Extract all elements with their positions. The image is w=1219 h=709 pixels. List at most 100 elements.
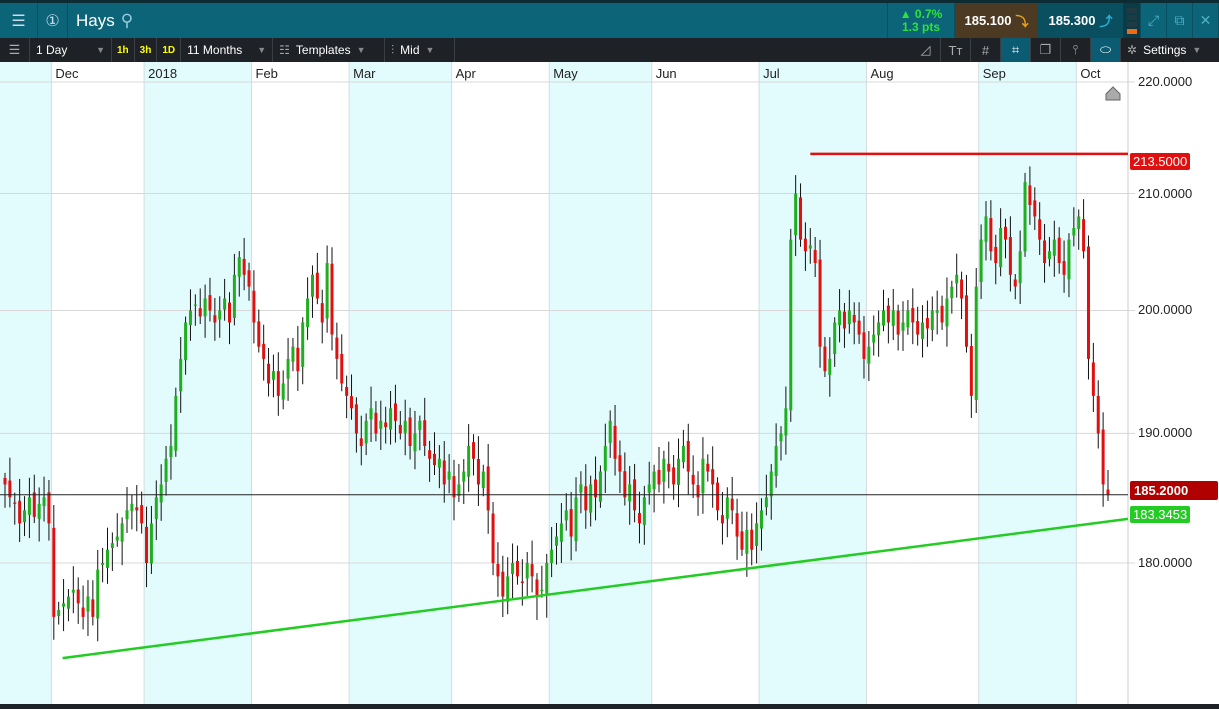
candle-body xyxy=(794,193,798,236)
candle-body xyxy=(42,497,46,507)
candle-body xyxy=(223,298,227,310)
candle-body xyxy=(301,322,305,367)
candle-body xyxy=(393,403,397,421)
candle-body xyxy=(501,571,505,597)
candle-body xyxy=(457,484,461,496)
candle-body xyxy=(511,563,515,575)
popout-icon[interactable]: ⧉ xyxy=(1167,3,1193,38)
candle-body xyxy=(520,581,524,584)
search-icon[interactable]: ⚲ xyxy=(121,11,133,31)
candle-body xyxy=(354,404,358,434)
candle-body xyxy=(491,513,495,564)
candle-body xyxy=(389,408,393,430)
candle-body xyxy=(555,536,558,546)
candle-body xyxy=(881,310,885,326)
candle-body xyxy=(398,424,402,434)
candle-body xyxy=(1091,362,1095,396)
candle-body xyxy=(1052,239,1056,256)
candle-body xyxy=(1013,279,1017,287)
candle-body xyxy=(784,408,788,436)
month-label: 2018 xyxy=(148,66,178,81)
interval-select[interactable]: 1 Day ▼ xyxy=(30,38,112,62)
crosshair-icon[interactable]: ⌗ xyxy=(1001,38,1031,62)
candle-body xyxy=(237,257,241,277)
candle-body xyxy=(540,589,544,592)
price-type-select[interactable]: ⫶ Mid ▼ xyxy=(385,38,456,62)
chevron-down-icon: ▼ xyxy=(425,45,435,55)
candle-body xyxy=(823,346,827,372)
candle-body xyxy=(701,458,705,494)
quick-1h[interactable]: 1h xyxy=(112,38,135,62)
candle-body xyxy=(418,420,422,431)
candle-body xyxy=(1072,227,1076,236)
candle-body xyxy=(359,438,363,447)
draw-line-icon[interactable]: ◿ xyxy=(911,38,941,62)
buy-price: 185.300 xyxy=(1048,13,1096,28)
candle-body xyxy=(47,492,51,524)
panel-number-icon[interactable]: ① xyxy=(38,3,68,38)
settings-label: Settings xyxy=(1143,43,1187,57)
candle-body xyxy=(872,334,876,343)
candle-body xyxy=(374,412,378,434)
candle-body xyxy=(740,531,744,550)
candle-body xyxy=(623,471,627,498)
label-icon[interactable]: ⬭ xyxy=(1091,38,1121,62)
expand-icon[interactable]: ⤢ xyxy=(1141,3,1167,38)
candle-body xyxy=(774,446,778,476)
candle-body xyxy=(1057,237,1061,263)
text-icon[interactable]: Tт xyxy=(941,38,971,62)
candle-body xyxy=(476,459,480,485)
quick-1d[interactable]: 1D xyxy=(157,38,182,62)
support-price-tag: 183.3453 xyxy=(1130,506,1191,523)
candle-body xyxy=(184,322,188,361)
candle-body xyxy=(584,486,588,511)
symbol-title[interactable]: Hays ⚲ xyxy=(68,3,887,38)
list-icon[interactable]: ☰ xyxy=(0,38,30,62)
indicator-icon[interactable]: ⫯ xyxy=(1061,38,1091,62)
candle-body xyxy=(325,262,329,319)
candle-body xyxy=(779,433,783,442)
candle-body xyxy=(833,322,837,355)
grid-icon[interactable]: # xyxy=(971,38,1001,62)
month-label: May xyxy=(553,66,578,81)
templates-select[interactable]: ☷ Templates ▼ xyxy=(273,38,386,62)
candle-body xyxy=(350,396,354,409)
candle-body xyxy=(598,471,602,502)
candle-body xyxy=(681,446,685,463)
month-label: Oct xyxy=(1080,66,1101,81)
month-band xyxy=(978,62,1077,709)
candle-body xyxy=(291,346,295,362)
candle-body xyxy=(657,469,661,485)
candle-body xyxy=(27,497,31,515)
candle-body xyxy=(950,286,954,299)
candle-body xyxy=(315,272,319,299)
range-select[interactable]: 11 Months ▼ xyxy=(181,38,274,62)
candle-body xyxy=(808,245,812,249)
candle-body xyxy=(310,274,314,297)
candle-body xyxy=(140,505,144,524)
candle-body xyxy=(442,460,446,485)
candle-body xyxy=(711,469,715,485)
candle-body xyxy=(667,463,671,472)
candle-body xyxy=(706,463,710,472)
quick-3h[interactable]: 3h xyxy=(135,38,158,62)
buy-button[interactable]: 185.300 ⤴ xyxy=(1039,3,1123,38)
sell-price: 185.100 xyxy=(964,13,1012,28)
layers-icon[interactable]: ❐ xyxy=(1031,38,1061,62)
sell-button[interactable]: 185.100 ⤵ xyxy=(955,3,1039,38)
month-label: Feb xyxy=(255,66,278,81)
settings-button[interactable]: ✲ Settings ▼ xyxy=(1121,38,1219,62)
candle-body xyxy=(428,450,432,459)
candle-body xyxy=(974,286,978,400)
candle-body xyxy=(818,259,822,347)
price-change: ▲ 0.7% 1.3 pts xyxy=(887,3,955,38)
candle-body xyxy=(906,310,910,328)
candle-body xyxy=(647,484,651,493)
candle-body xyxy=(252,290,256,323)
candle-body xyxy=(32,492,36,517)
price-chart[interactable] xyxy=(0,62,1219,709)
menu-icon[interactable]: ☰ xyxy=(0,3,38,38)
candle-body xyxy=(135,507,139,511)
close-icon[interactable]: ✕ xyxy=(1193,3,1219,38)
candle-body xyxy=(320,303,324,323)
